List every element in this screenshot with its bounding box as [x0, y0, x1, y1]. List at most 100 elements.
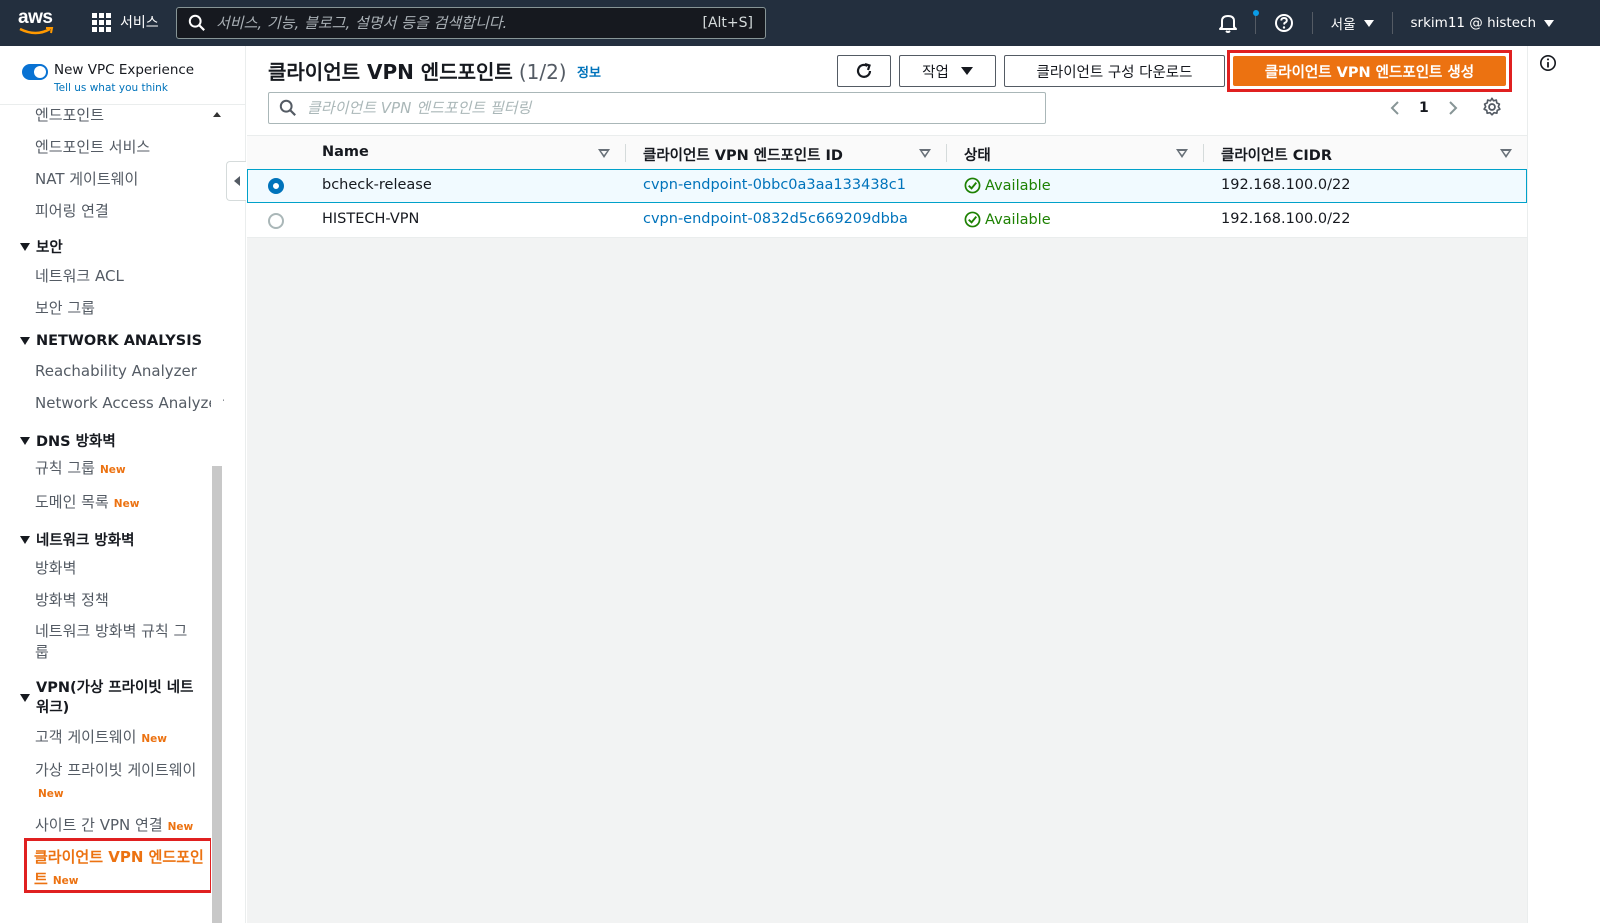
region-selector[interactable]: 서울	[1313, 12, 1392, 34]
info-icon[interactable]	[1539, 54, 1557, 72]
help-button[interactable]	[1256, 12, 1312, 34]
gear-icon	[1483, 97, 1501, 116]
create-button-highlight: 클라이언트 VPN 엔드포인트 생성	[1227, 50, 1512, 92]
table-header: Name 클라이언트 VPN 엔드포인트 ID 상태 클라이언트 CIDR	[247, 135, 1527, 169]
new-badge: New	[38, 788, 64, 800]
page-title: 클라이언트 VPN 엔드포인트 (1/2)	[268, 56, 567, 85]
sidebar-item-network-acl[interactable]: 네트워크 ACL	[35, 265, 124, 286]
column-header-endpoint-id[interactable]: 클라이언트 VPN 엔드포인트 ID	[643, 144, 843, 165]
cell-client-cidr: 192.168.100.0/22	[1221, 211, 1351, 227]
column-header-client-cidr[interactable]: 클라이언트 CIDR	[1221, 144, 1332, 165]
sidebar-item-domain-lists[interactable]: 도메인 목록 New	[35, 491, 139, 512]
search-shortcut: [Alt+S]	[702, 15, 754, 31]
sort-icon[interactable]	[598, 149, 610, 158]
section-label: DNS 방화벽	[36, 434, 116, 450]
caret-down-icon	[960, 67, 973, 75]
services-menu[interactable]: 서비스	[92, 12, 159, 32]
cell-endpoint-id-link[interactable]: cvpn-endpoint-0832d5c669209dbba	[643, 211, 908, 227]
search-input[interactable]	[216, 14, 703, 32]
sidebar-item-network-firewall-rule-groups[interactable]: 네트워크 방화벽 규칙 그 룹	[35, 621, 187, 663]
create-label: 클라이언트 VPN 엔드포인트 생성	[1264, 64, 1475, 81]
caret-down-icon	[20, 337, 30, 345]
previous-page-button[interactable]	[1383, 96, 1407, 120]
global-search[interactable]: [Alt+S]	[176, 7, 766, 39]
cell-name: bcheck-release	[322, 177, 432, 193]
chevron-left-icon	[1390, 101, 1399, 115]
sidebar-section-network-analysis[interactable]: NETWORK ANALYSIS	[20, 333, 202, 349]
sidebar-item-endpoint-services[interactable]: 엔드포인트 서비스	[35, 136, 150, 157]
current-page[interactable]: 1	[1419, 100, 1429, 116]
sidebar-section-security[interactable]: 보안	[20, 236, 63, 257]
sort-icon[interactable]	[1500, 149, 1512, 158]
status-check-icon	[964, 177, 981, 194]
chevron-right-icon	[1449, 101, 1458, 115]
sidebar-item-rule-groups[interactable]: 규칙 그룹 New	[35, 457, 126, 478]
search-icon	[279, 99, 296, 116]
feedback-link[interactable]: Tell us what you think	[54, 82, 194, 94]
table-row[interactable]: bcheck-release cvpn-endpoint-0bbc0a3aa13…	[247, 169, 1527, 203]
aws-logo[interactable]: aws	[18, 8, 58, 38]
sidebar-section-network-firewall[interactable]: 네트워크 방화벽	[20, 529, 134, 550]
column-header-name[interactable]: Name	[322, 144, 369, 160]
info-link[interactable]: 정보	[577, 62, 601, 81]
new-badge: New	[167, 821, 194, 833]
sidebar-section-dns-firewall[interactable]: DNS 방화벽	[20, 430, 116, 451]
filter-input[interactable]	[307, 99, 1045, 117]
cell-endpoint-id-link[interactable]: cvpn-endpoint-0bbc0a3aa133438c1	[643, 177, 906, 193]
sidebar-item-firewall-policies[interactable]: 방화벽 정책	[35, 589, 109, 610]
column-header-status[interactable]: 상태	[964, 144, 991, 165]
next-page-button[interactable]	[1441, 96, 1465, 120]
collapse-sidebar-button[interactable]	[226, 161, 246, 201]
section-label: NETWORK ANALYSIS	[36, 333, 203, 349]
row-select-radio[interactable]	[268, 178, 284, 194]
sort-icon[interactable]	[919, 149, 931, 158]
help-panel-rail	[1527, 46, 1600, 923]
new-vpc-experience-toggle[interactable]	[22, 64, 48, 80]
create-client-vpn-endpoint-button[interactable]: 클라이언트 VPN 엔드포인트 생성	[1233, 56, 1506, 86]
item-label: 가상 프라이빗 게이트웨이	[35, 761, 197, 779]
table-row[interactable]: HISTECH-VPN cvpn-endpoint-0832d5c669209d…	[247, 204, 1527, 238]
item-label: 고객 게이트웨이	[35, 728, 137, 746]
sort-icon[interactable]	[1176, 149, 1188, 158]
sidebar-section-vpn[interactable]: VPN(가상 프라이빗 네트 워크)	[20, 678, 193, 718]
sidebar-item-site-to-site-vpn[interactable]: 사이트 간 VPN 연결 New	[35, 814, 193, 835]
table-filter[interactable]	[268, 92, 1046, 124]
sidebar-item-client-vpn-endpoints[interactable]: 클라이언트 VPN 엔드포인 트 New	[34, 846, 204, 892]
new-vpc-experience-title: New VPC Experience	[54, 62, 195, 78]
item-label-line1: 클라이언트 VPN 엔드포인	[34, 848, 204, 866]
item-label-line2: 트	[34, 870, 48, 888]
caret-down-icon	[20, 694, 30, 702]
notifications-button[interactable]	[1201, 10, 1259, 34]
scroll-up-icon[interactable]	[213, 112, 221, 117]
sidebar-item-endpoints[interactable]: 엔드포인트	[35, 104, 104, 125]
caret-down-icon	[20, 535, 30, 544]
services-label: 서비스	[120, 15, 159, 31]
sidebar-item-reachability-analyzer[interactable]: Reachability Analyzer	[35, 362, 197, 380]
sidebar-item-security-groups[interactable]: 보안 그룹	[35, 297, 95, 318]
main-content: 클라이언트 VPN 엔드포인트 (1/2) 정보 작업 클라이언트 구성 다운로드…	[247, 46, 1560, 923]
aws-logo-text: aws	[18, 7, 53, 28]
actions-label: 작업	[922, 64, 949, 81]
chevron-left-icon	[233, 176, 240, 186]
scrollbar-thumb[interactable]	[212, 466, 222, 923]
sidebar-item-network-access-analyzer[interactable]: Network Access Analyzer	[35, 394, 224, 412]
actions-dropdown[interactable]: 작업	[899, 55, 996, 87]
caret-down-icon	[1544, 19, 1554, 27]
account-menu[interactable]: srkim11 @ histech	[1393, 12, 1600, 34]
row-select-radio[interactable]	[268, 213, 284, 229]
sidebar-item-nat-gateways[interactable]: NAT 게이트웨이	[35, 168, 138, 189]
section-label: 보안	[36, 240, 63, 256]
status-text: Available	[985, 211, 1051, 228]
preferences-button[interactable]	[1481, 96, 1505, 120]
sidebar-item-firewalls[interactable]: 방화벽	[35, 557, 76, 578]
sidebar-item-virtual-private-gateways[interactable]: 가상 프라이빗 게이트웨이 New	[35, 759, 196, 805]
sidebar-item-customer-gateways[interactable]: 고객 게이트웨이 New	[35, 726, 167, 747]
new-badge: New	[52, 875, 79, 887]
download-client-config-button[interactable]: 클라이언트 구성 다운로드	[1004, 55, 1225, 87]
sidebar: New VPC Experience Tell us what you thin…	[0, 46, 246, 923]
sidebar-item-peering[interactable]: 피어링 연결	[35, 200, 109, 221]
refresh-button[interactable]	[837, 55, 891, 87]
sidebar-scrollbar[interactable]	[211, 106, 223, 923]
new-badge: New	[141, 733, 167, 745]
notification-dot	[1252, 10, 1259, 16]
